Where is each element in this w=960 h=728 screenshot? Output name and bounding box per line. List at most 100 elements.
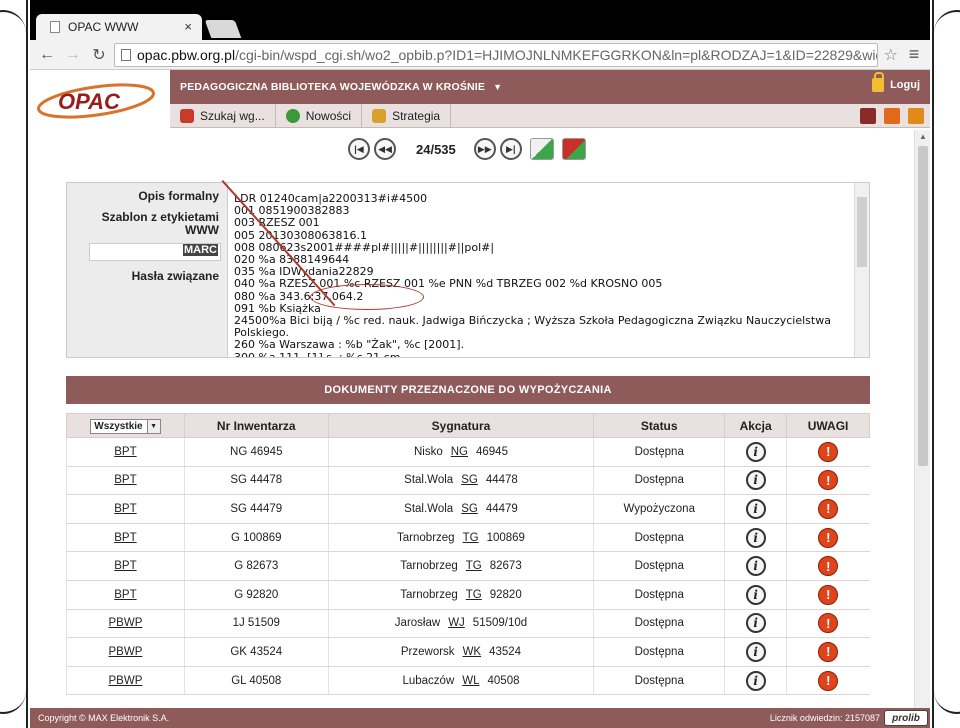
signature-code-link[interactable]: WJ — [448, 617, 465, 629]
info-icon[interactable]: i — [745, 527, 766, 548]
scrollbar-thumb[interactable] — [857, 197, 867, 267]
opac-logo[interactable]: OPAC — [34, 76, 170, 126]
info-icon[interactable]: i — [745, 641, 766, 662]
info-icon[interactable]: i — [745, 584, 766, 605]
warning-icon[interactable]: ! — [818, 670, 839, 691]
home-icon[interactable] — [884, 108, 900, 124]
view-marc[interactable]: MARC — [89, 243, 221, 261]
address-bar[interactable]: opac.pbw.org.pl/cgi-bin/wspd_cgi.sh/wo2_… — [114, 42, 878, 67]
cell-library: BPT — [66, 523, 185, 553]
signature-code-link[interactable]: TG — [466, 560, 482, 572]
new-tab-button[interactable] — [204, 20, 242, 38]
cell-signature: Przeworsk WK 43524 — [327, 637, 594, 667]
cell-signature: Stal.Wola SG 44478 — [327, 466, 594, 496]
next-record-button[interactable]: ▶▶ — [473, 138, 496, 160]
signature-place: Przeworsk — [400, 645, 455, 658]
cell-remarks: ! — [786, 523, 870, 553]
signature-place: Nisko — [413, 445, 443, 458]
url-host: opac.pbw.org.pl — [137, 46, 236, 63]
info-icon[interactable]: i — [745, 441, 766, 462]
signature-place: Tarnobrzeg — [400, 588, 458, 601]
scroll-up-icon[interactable]: ▲ — [919, 132, 927, 141]
strategy-icon — [372, 108, 387, 123]
marc-label: MARC — [183, 244, 218, 256]
tab-opac[interactable]: OPAC WWW × — [36, 14, 202, 40]
visit-counter: Licznik odwiedzin: 2157087 — [769, 713, 880, 723]
warning-icon[interactable]: ! — [818, 584, 839, 605]
signature-code-link[interactable]: WL — [462, 675, 479, 687]
library-filter-select[interactable]: Wszystkie ▼ — [90, 418, 161, 434]
cell-status: Wypożyczona — [593, 494, 725, 524]
table-row: BPT NG 46945 Nisko NG 46945 Dostępna i! — [66, 437, 870, 467]
tab-title: OPAC WWW — [68, 20, 139, 34]
signature-code-link[interactable]: TG — [466, 589, 482, 601]
warning-icon[interactable]: ! — [818, 556, 839, 577]
cell-library: BPT — [66, 551, 185, 581]
signature-code-link[interactable]: NG — [451, 446, 468, 458]
login-button[interactable]: Loguj — [872, 72, 920, 92]
warning-icon[interactable]: ! — [818, 498, 839, 519]
cell-action: i — [724, 466, 787, 496]
library-link[interactable]: BPT — [114, 446, 136, 458]
prolib-logo[interactable]: prolib — [884, 710, 928, 726]
prev-record-button[interactable]: ◀◀ — [374, 138, 396, 160]
library-link[interactable]: PBWP — [109, 675, 143, 687]
library-link[interactable]: BPT — [114, 474, 136, 486]
login-label: Loguj — [890, 79, 920, 91]
browser-menu-icon[interactable]: ≡ — [904, 44, 924, 65]
export-icon[interactable] — [529, 138, 554, 160]
view-hasla-zwiazane[interactable]: Hasła związane — [67, 269, 227, 283]
order-icon[interactable] — [561, 138, 586, 160]
signature-code-link[interactable]: SG — [461, 503, 478, 515]
warning-icon[interactable]: ! — [818, 641, 839, 662]
cell-signature: Tarnobrzeg TG 92820 — [327, 580, 594, 610]
signature-place: Tarnobrzeg — [400, 560, 458, 573]
library-link[interactable]: BPT — [114, 589, 136, 601]
view-opis-formalny[interactable]: Opis formalny — [67, 189, 227, 203]
library-link[interactable]: BPT — [114, 560, 136, 572]
library-bar[interactable]: PEDAGOGICZNA BIBLIOTEKA WOJEWÓDZKA W KRO… — [170, 70, 930, 104]
cell-status: Dostępna — [593, 466, 725, 496]
tab-bar: OPAC WWW × — [30, 0, 930, 40]
menu-new-items[interactable]: Nowości — [276, 103, 363, 128]
signature-number: 92820 — [489, 588, 522, 601]
info-icon[interactable]: i — [745, 670, 766, 691]
info-icon[interactable]: i — [745, 498, 766, 519]
cell-status: Dostępna — [593, 637, 725, 667]
filter-value: Wszystkie — [94, 420, 143, 432]
col-action: Akcja — [724, 413, 788, 438]
warning-icon[interactable]: ! — [818, 470, 839, 491]
reload-icon[interactable]: ↻ — [88, 45, 110, 65]
cell-inventory: G 82673 — [183, 551, 329, 581]
info-icon[interactable]: i — [745, 470, 766, 491]
signature-code-link[interactable]: WK — [463, 646, 482, 658]
library-link[interactable]: BPT — [114, 532, 136, 544]
help-icon[interactable] — [908, 108, 924, 124]
view-szablon-www[interactable]: Szablon z etykietami WWW — [67, 211, 227, 237]
library-link[interactable]: BPT — [114, 503, 136, 515]
last-record-button[interactable]: ▶| — [499, 138, 522, 160]
back-icon[interactable]: ← — [36, 46, 58, 64]
forward-icon[interactable]: → — [62, 46, 84, 64]
marc-record-text[interactable]: LDR 01240cam|a2200313#i#4500 001 0851900… — [227, 183, 855, 357]
close-icon[interactable]: × — [184, 19, 192, 34]
signature-code-link[interactable]: TG — [463, 532, 479, 544]
page-scrollbar[interactable]: ▲ — [914, 130, 930, 708]
menu-search-by[interactable]: Szukaj wg... — [170, 103, 276, 128]
col-remarks: UWAGI — [786, 413, 870, 438]
marc-scrollbar[interactable] — [854, 183, 869, 357]
info-icon[interactable]: i — [745, 556, 766, 577]
info-icon[interactable]: i — [745, 613, 766, 634]
first-record-button[interactable]: |◀ — [348, 138, 370, 160]
library-link[interactable]: PBWP — [109, 646, 143, 658]
gift-icon[interactable] — [860, 108, 876, 124]
menu-strategy[interactable]: Strategia — [362, 103, 452, 128]
copyright: Copyright © MAX Elektronik S.A. — [38, 713, 170, 723]
warning-icon[interactable]: ! — [818, 441, 839, 462]
bookmark-star-icon[interactable]: ☆ — [884, 45, 898, 65]
signature-code-link[interactable]: SG — [461, 474, 478, 486]
warning-icon[interactable]: ! — [818, 613, 839, 634]
scrollbar-thumb[interactable] — [918, 146, 928, 466]
library-link[interactable]: PBWP — [109, 617, 143, 629]
warning-icon[interactable]: ! — [818, 527, 839, 548]
